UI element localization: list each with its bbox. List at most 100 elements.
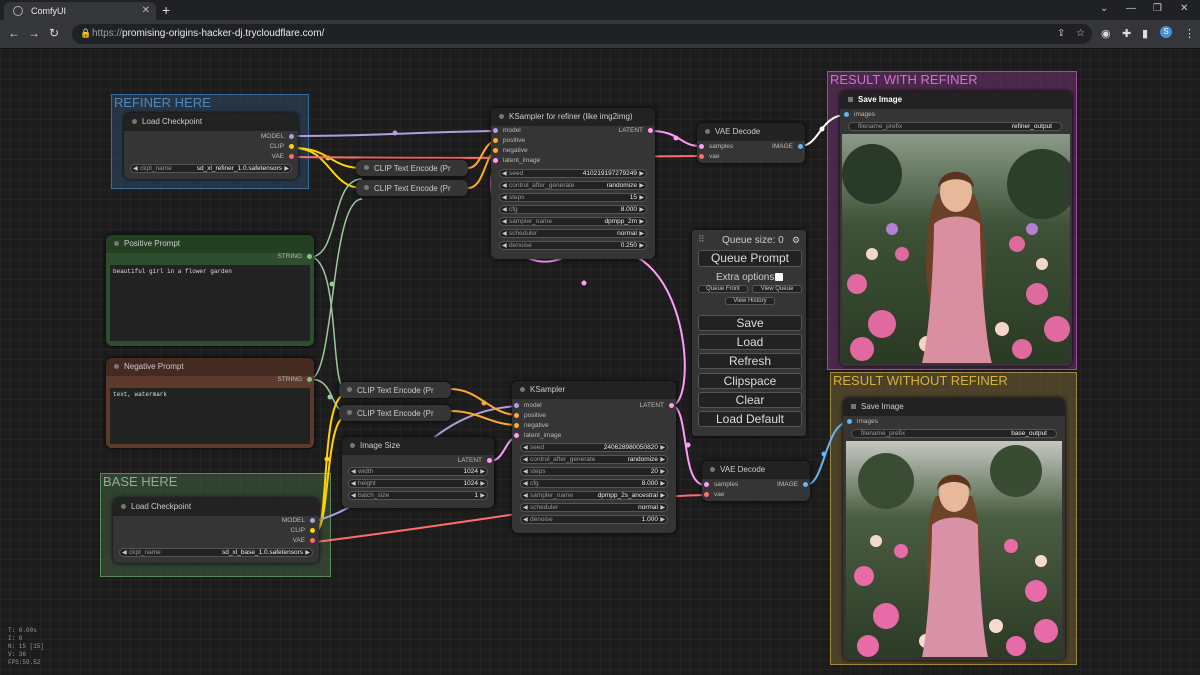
queue-front-button[interactable]: Queue Front — [698, 285, 748, 293]
node-clip-text-encode-base-neg[interactable]: CLIP Text Encode (Pr — [339, 405, 451, 421]
node-image-size[interactable]: Image Size LATENT ◀ width 1024 ▶ ◀ height 102… — [342, 437, 494, 508]
clear-button[interactable]: Clear — [698, 392, 802, 408]
back-icon[interactable]: ← — [8, 26, 20, 40]
input-negative[interactable]: negative — [493, 147, 528, 154]
extra-options-checkbox[interactable] — [775, 273, 783, 281]
input-latent-image[interactable]: latent_image — [514, 432, 561, 439]
output-model[interactable]: MODEL — [261, 133, 294, 140]
node-positive-prompt[interactable]: Positive Prompt STRING beautiful girl in… — [106, 235, 314, 346]
menu-icon[interactable]: ⋮ — [1184, 27, 1195, 40]
output-string[interactable]: STRING — [277, 376, 312, 383]
output-vae[interactable]: VAE — [292, 537, 315, 544]
negative-prompt-textarea[interactable]: text, watermark — [110, 388, 310, 444]
reload-icon[interactable]: ↻ — [49, 26, 59, 40]
restore-icon[interactable]: ❐ — [1153, 3, 1162, 14]
widget-sampler-name[interactable]: ◀ sampler_name dpmpp_2m ▶ — [499, 217, 647, 226]
widget-steps[interactable]: ◀ steps 15 ▶ — [499, 193, 647, 202]
node-clip-text-encode-refiner-neg[interactable]: CLIP Text Encode (Pr — [356, 180, 468, 196]
input-model[interactable]: model — [514, 402, 542, 409]
refresh-button[interactable]: Refresh — [698, 353, 802, 369]
widget-width[interactable]: ◀ width 1024 ▶ — [348, 467, 488, 476]
result-image-base[interactable] — [846, 441, 1062, 657]
minimize-icon[interactable]: — — [1126, 3, 1136, 14]
widget-steps[interactable]: ◀ steps 20 ▶ — [520, 467, 668, 476]
widget-cfg[interactable]: ◀ cfg 8.000 ▶ — [520, 479, 668, 488]
filename-prefix-field[interactable]: filename_prefix base_output — [851, 429, 1057, 438]
node-load-checkpoint-base[interactable]: Load Checkpoint MODEL CLIP VAE ◀ ckpt_nam… — [113, 498, 319, 563]
output-latent[interactable]: LATENT — [619, 127, 653, 134]
widget-seed[interactable]: ◀ seed 240628980050820 ▶ — [520, 443, 668, 452]
output-clip[interactable]: CLIP — [270, 143, 294, 150]
queue-prompt-button[interactable]: Queue Prompt — [698, 250, 802, 267]
save-button[interactable]: Save — [698, 315, 802, 331]
forward-icon[interactable]: → — [28, 26, 40, 40]
widget-batch-size[interactable]: ◀ batch_size 1 ▶ — [348, 491, 488, 500]
result-image-refiner[interactable] — [842, 134, 1070, 363]
widget-control-after-generate[interactable]: ◀ control_after_generate randomize ▶ — [499, 181, 647, 190]
widget-seed[interactable]: ◀ seed 410219197279249 ▶ — [499, 169, 647, 178]
widget-scheduler[interactable]: ◀ scheduler normal ▶ — [499, 229, 647, 238]
output-image[interactable]: IMAGE — [777, 481, 808, 488]
input-positive[interactable]: positive — [514, 412, 546, 419]
input-negative[interactable]: negative — [514, 422, 549, 429]
output-image[interactable]: IMAGE — [772, 143, 803, 150]
output-vae[interactable]: VAE — [271, 153, 294, 160]
widget-denoise[interactable]: ◀ denoise 1.000 ▶ — [520, 515, 668, 524]
puzzle-icon[interactable]: ✚ — [1122, 27, 1131, 40]
input-positive[interactable]: positive — [493, 137, 525, 144]
drag-handle-icon[interactable]: ⠿ — [698, 234, 705, 245]
browser-tab[interactable]: ComfyUI ✕ — [4, 2, 156, 20]
widget-control-after-generate[interactable]: ◀ control_after_generate randomize ▶ — [520, 455, 668, 464]
node-load-checkpoint-refiner[interactable]: Load Checkpoint MODEL CLIP VAE ◀ ckpt_nam… — [124, 113, 298, 179]
tab-search-icon[interactable]: ⌄ — [1100, 3, 1108, 14]
input-samples[interactable]: samples — [699, 143, 733, 150]
url-field[interactable]: 🔒 https://promising-origins-hacker-dj.tr… — [72, 24, 1092, 44]
load-button[interactable]: Load — [698, 334, 802, 350]
node-ksampler-base[interactable]: KSampler model positive negative latent_… — [512, 381, 676, 533]
output-latent[interactable]: LATENT — [640, 402, 674, 409]
widget-denoise[interactable]: ◀ denoise 0.250 ▶ — [499, 241, 647, 250]
input-images[interactable]: images — [844, 111, 875, 118]
node-clip-text-encode-refiner-pos[interactable]: CLIP Text Encode (Pr — [356, 160, 468, 176]
extension-icon[interactable]: ◉ — [1101, 27, 1111, 40]
load-default-button[interactable]: Load Default — [698, 411, 802, 427]
node-ksampler-refiner[interactable]: KSampler for refiner (like img2img) mode… — [491, 108, 655, 259]
node-collapse-dot[interactable] — [132, 119, 137, 124]
input-latent-image[interactable]: latent_image — [493, 157, 540, 164]
widget-scheduler[interactable]: ◀ scheduler normal ▶ — [520, 503, 668, 512]
input-vae[interactable]: vae — [704, 491, 724, 498]
input-model[interactable]: model — [493, 127, 521, 134]
ckpt-name-select[interactable]: ◀ ckpt_name sd_xl_base_1.0.safetensors ▶ — [119, 548, 313, 557]
sidebar-icon[interactable]: ▮ — [1142, 27, 1148, 40]
widget-cfg[interactable]: ◀ cfg 8.000 ▶ — [499, 205, 647, 214]
output-latent[interactable]: LATENT — [458, 457, 492, 464]
share-icon[interactable]: ⇪ — [1057, 28, 1065, 39]
output-string[interactable]: STRING — [277, 253, 312, 260]
node-clip-text-encode-base-pos[interactable]: CLIP Text Encode (Pr — [339, 382, 451, 398]
clipspace-button[interactable]: Clipspace — [698, 373, 802, 389]
node-vae-decode-refiner[interactable]: VAE Decode samples vae IMAGE — [697, 123, 805, 163]
widget-height[interactable]: ◀ height 1024 ▶ — [348, 479, 488, 488]
view-queue-button[interactable]: View Queue — [752, 285, 802, 293]
profile-avatar[interactable]: S — [1160, 26, 1172, 38]
close-tab-icon[interactable]: ✕ — [142, 5, 150, 16]
output-model[interactable]: MODEL — [282, 517, 315, 524]
output-clip[interactable]: CLIP — [291, 527, 315, 534]
settings-gear-icon[interactable]: ⚙ — [792, 235, 800, 246]
ckpt-name-select[interactable]: ◀ ckpt_name sd_xl_refiner_1.0.safetensors ▶ — [130, 164, 292, 173]
node-save-image-base[interactable]: Save Image images filename_prefix base_ou… — [843, 398, 1065, 660]
node-negative-prompt[interactable]: Negative Prompt STRING text, watermark — [106, 358, 314, 448]
filename-prefix-field[interactable]: filename_prefix refiner_output — [848, 122, 1062, 131]
positive-prompt-textarea[interactable]: beautiful girl in a flower garden — [110, 265, 310, 341]
node-vae-decode-base[interactable]: VAE Decode samples vae IMAGE — [702, 461, 810, 501]
view-history-button[interactable]: View History — [725, 297, 775, 305]
widget-sampler-name[interactable]: ◀ sampler_name dpmpp_2s_ancestral ▶ — [520, 491, 668, 500]
new-tab-icon[interactable]: + — [162, 2, 170, 18]
input-images[interactable]: images — [847, 418, 878, 425]
node-save-image-refiner[interactable]: Save Image images filename_prefix refiner… — [840, 91, 1072, 366]
window-close-icon[interactable]: ✕ — [1180, 3, 1188, 14]
input-samples[interactable]: samples — [704, 481, 738, 488]
bookmark-star-icon[interactable]: ☆ — [1076, 28, 1085, 39]
graph-canvas[interactable]: REFINER HERE BASE HERE RESULT WITH REFIN… — [0, 49, 1200, 675]
input-vae[interactable]: vae — [699, 153, 719, 160]
